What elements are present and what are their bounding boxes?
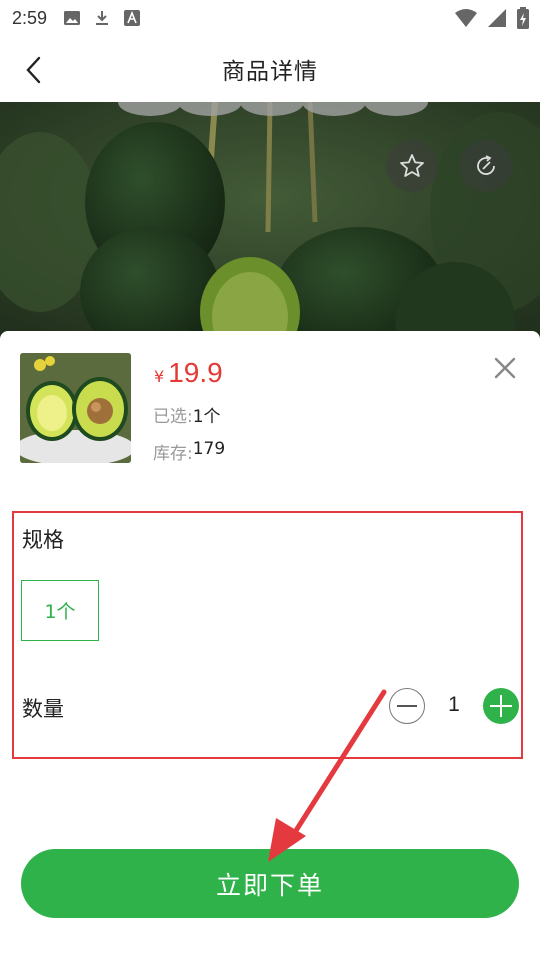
share-button[interactable]: [460, 140, 512, 192]
battery-icon: [517, 7, 529, 29]
order-now-button[interactable]: 立即下单: [21, 849, 519, 918]
close-button[interactable]: [488, 351, 522, 385]
selected-value: 1个: [192, 407, 221, 427]
selected-label: 已选:: [153, 407, 193, 427]
avocado-halves-image: [20, 353, 131, 463]
quantity-increase-button[interactable]: [483, 688, 519, 724]
app-header: 商品详情: [0, 36, 540, 102]
stock-label: 库存:: [153, 444, 193, 464]
product-hero-image: [0, 102, 540, 342]
price: ¥ 19.9: [154, 357, 223, 389]
spec-selection-sheet: ¥ 19.9 已选: 1个 库存: 179 规格 1个 数量 1 立即下单: [0, 331, 540, 960]
share-icon: [477, 155, 495, 175]
status-bar: 2:59: [0, 0, 540, 36]
star-icon: [400, 154, 424, 177]
font-icon: [124, 10, 141, 26]
chevron-left-icon: [26, 56, 41, 84]
selected-info: 已选: 1个: [153, 402, 221, 427]
stock-value: 179: [192, 439, 226, 459]
signal-icon: [488, 9, 506, 27]
page-title: 商品详情: [222, 59, 318, 85]
image-icon: [64, 11, 81, 25]
stock-info: 库存: 179: [153, 439, 225, 464]
status-icons-left: [63, 9, 141, 27]
back-button[interactable]: [14, 50, 54, 90]
quantity-value: 1: [448, 693, 460, 716]
wifi-icon: [455, 9, 477, 27]
price-value: 19.9: [168, 357, 223, 388]
spec-title: 规格: [22, 528, 64, 552]
quantity-title: 数量: [22, 697, 64, 721]
minus-icon: [397, 705, 417, 707]
avocado-tree-image: [0, 102, 540, 342]
spec-option-1[interactable]: 1个: [21, 580, 99, 641]
currency-symbol: ¥: [154, 367, 165, 386]
status-icons-right: [454, 6, 530, 30]
plus-icon: [490, 695, 512, 717]
quantity-decrease-button[interactable]: [389, 688, 425, 724]
status-time: 2:59: [12, 7, 48, 28]
close-icon: [494, 357, 516, 379]
download-icon: [96, 11, 109, 25]
product-thumbnail: [20, 353, 131, 463]
favorite-button[interactable]: [386, 140, 438, 192]
